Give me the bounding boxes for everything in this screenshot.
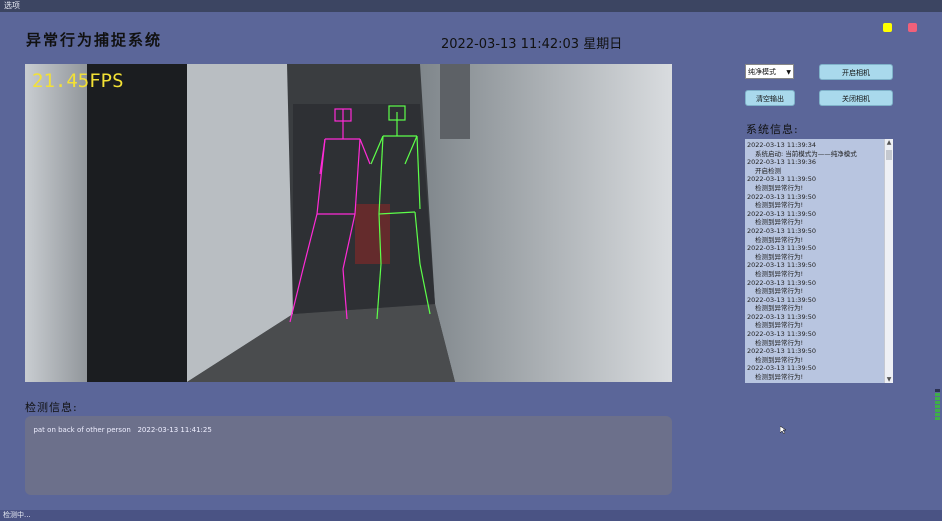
log-message: 检测到异常行为! [755, 355, 804, 364]
close-window-button[interactable] [908, 23, 917, 32]
detection-info-label: 检测信息: [25, 401, 78, 414]
log-message: 检测到异常行为! [755, 252, 804, 261]
log-message: 检测到异常行为! [755, 338, 804, 347]
menu-options[interactable]: 选项 [0, 1, 20, 10]
scroll-up-icon[interactable]: ▲ [885, 139, 893, 146]
log-message: 检测到异常行为! [755, 373, 804, 382]
log-time: 2022-03-13 11:39:50 [747, 192, 817, 201]
log-time: 2022-03-13 11:39:50 [747, 295, 817, 304]
detection-output[interactable]: pat on back of other person 2022-03-13 1… [25, 416, 672, 495]
log-scrollbar[interactable]: ▲ ▼ [884, 139, 893, 383]
log-message: 系统启动: 当前模式为——纯净模式 [755, 149, 857, 158]
system-info-label: 系统信息: [746, 123, 799, 136]
log-list: 2022-03-13 11:39:34 系统启动: 当前模式为——纯净模式 2022… [745, 139, 893, 382]
mouse-cursor-icon [780, 426, 787, 434]
log-message: 检测到异常行为! [755, 321, 804, 330]
log-message: 检测到异常行为! [755, 304, 804, 313]
camera-feed: 21.45FPS [25, 64, 672, 382]
scroll-thumb[interactable] [886, 150, 892, 160]
open-camera-button[interactable]: 开启相机 [819, 64, 893, 80]
log-message: 检测到异常行为! [755, 201, 804, 210]
side-gauge [935, 389, 940, 423]
datetime-display: 2022-03-13 11:42:03 星期日 [441, 37, 623, 52]
log-time: 2022-03-13 11:39:50 [747, 244, 817, 253]
mode-select-value: 纯净模式 [748, 68, 776, 76]
close-camera-button[interactable]: 关闭相机 [819, 90, 893, 106]
scroll-down-icon[interactable]: ▼ [885, 376, 893, 383]
minimize-button[interactable] [883, 23, 892, 32]
log-message: 检测到异常行为! [755, 269, 804, 278]
log-time: 2022-03-13 11:39:50 [747, 175, 817, 184]
log-message: 开启检测 [755, 166, 781, 175]
app-title: 异常行为捕捉系统 [26, 31, 163, 49]
log-time: 2022-03-13 11:39:50 [747, 226, 817, 235]
status-bar: 检测中... [0, 510, 942, 521]
system-log[interactable]: 2022-03-13 11:39:34 系统启动: 当前模式为——纯净模式 2022… [745, 139, 893, 383]
camera-scene [25, 64, 672, 382]
log-time: 2022-03-13 11:39:50 [747, 278, 817, 287]
detection-entry: pat on back of other person 2022-03-13 1… [33, 426, 212, 434]
menu-bar: 选项 [0, 0, 942, 12]
mode-select[interactable]: 纯净模式 ▼ [745, 64, 794, 79]
log-time: 2022-03-13 11:39:36 [747, 158, 817, 167]
log-time: 2022-03-13 11:39:50 [747, 261, 817, 270]
chevron-down-icon: ▼ [786, 69, 791, 76]
log-time: 2022-03-13 11:39:50 [747, 347, 817, 356]
log-message: 检测到异常行为! [755, 183, 804, 192]
log-message: 检测到异常行为! [755, 218, 804, 227]
log-time: 2022-03-13 11:39:50 [747, 364, 817, 373]
log-message: 检测到异常行为! [755, 287, 804, 296]
fps-counter: 21.45FPS [32, 70, 124, 92]
log-time: 2022-03-13 11:39:50 [747, 330, 817, 339]
status-text: 检测中... [3, 511, 31, 519]
clear-output-button[interactable]: 清空输出 [745, 90, 795, 106]
log-message: 检测到异常行为! [755, 235, 804, 244]
log-time: 2022-03-13 11:39:34 [747, 141, 817, 149]
